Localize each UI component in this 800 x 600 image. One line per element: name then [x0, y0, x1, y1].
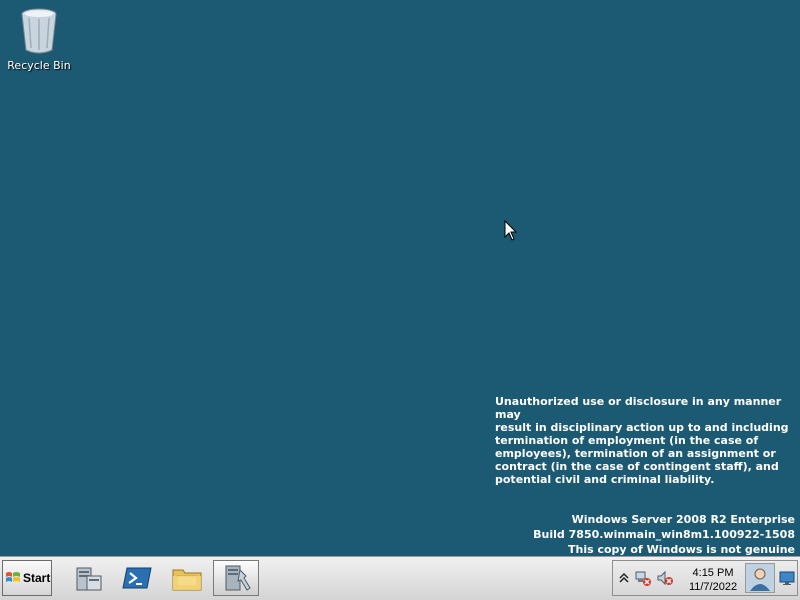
- admin-tools-icon: [225, 565, 251, 591]
- start-button[interactable]: Start: [2, 560, 52, 596]
- taskbar: Start 4:15 PM 11/7/2022: [0, 556, 800, 600]
- server-manager-icon: [76, 567, 102, 591]
- user-avatar[interactable]: [745, 563, 775, 593]
- taskbar-powershell-button[interactable]: [114, 560, 160, 596]
- taskbar-admin-tools-button[interactable]: [213, 560, 259, 596]
- folder-icon: [172, 569, 202, 591]
- user-icon: [750, 568, 770, 591]
- watermark-edition: Windows Server 2008 R2 Enterprise: [571, 513, 795, 526]
- watermark-build: Build 7850.winmain_win8m1.100922-1508: [533, 528, 795, 541]
- powershell-icon: [122, 567, 152, 589]
- desktop-icon-recycle-bin[interactable]: Recycle Bin: [6, 6, 72, 76]
- system-clock[interactable]: 4:15 PM 11/7/2022: [683, 566, 743, 594]
- legal-notice: Unauthorized use or disclosure in any ma…: [495, 395, 789, 486]
- desktop[interactable]: Recycle Bin Unauthorized use or disclosu…: [0, 0, 800, 556]
- chevron-up-icon[interactable]: [616, 570, 632, 586]
- clock-date: 11/7/2022: [688, 581, 738, 593]
- network-error-icon[interactable]: [635, 570, 651, 586]
- watermark-genuine-notice: This copy of Windows is not genuine: [568, 543, 795, 556]
- start-label: Start: [23, 571, 51, 585]
- mouse-cursor-icon: [504, 220, 518, 241]
- show-desktop-icon[interactable]: [779, 570, 795, 586]
- taskbar-windows-explorer-button[interactable]: [164, 560, 210, 596]
- taskbar-server-manager-button[interactable]: [66, 560, 112, 596]
- speaker-muted-icon[interactable]: [657, 570, 673, 586]
- recycle-bin-icon: [21, 8, 57, 54]
- windows-logo-icon: [6, 572, 20, 582]
- windows-watermark: Windows Server 2008 R2 Enterprise Build …: [533, 512, 795, 557]
- notification-area: 4:15 PM 11/7/2022: [612, 560, 798, 596]
- desktop-icon-label: Recycle Bin: [7, 59, 71, 72]
- clock-time: 4:15 PM: [692, 567, 734, 579]
